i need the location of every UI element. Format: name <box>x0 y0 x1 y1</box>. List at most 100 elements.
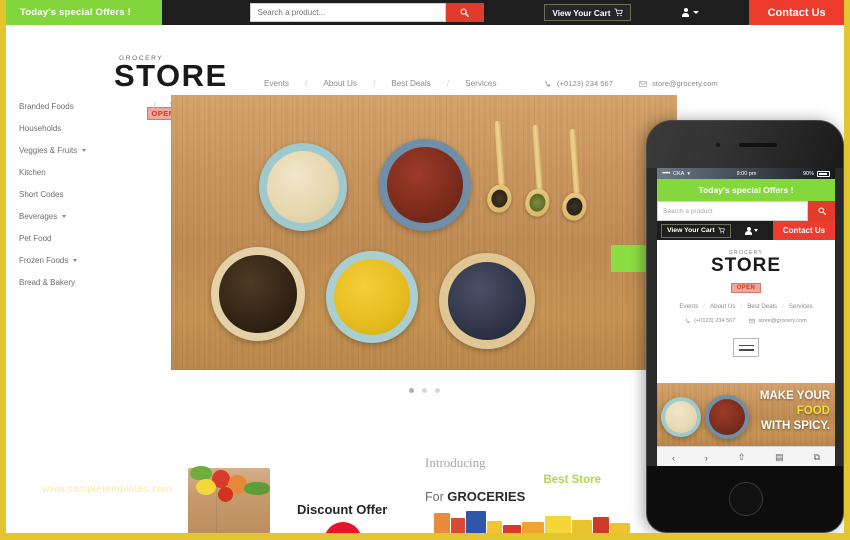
carrier-name: CKA <box>673 170 685 177</box>
search-button[interactable] <box>445 3 484 22</box>
phone-home-button[interactable] <box>729 482 763 516</box>
sidebar-item-kitchen[interactable]: Kitchen <box>12 161 162 183</box>
carousel-dot-1[interactable] <box>408 388 414 393</box>
product-box <box>572 520 592 533</box>
sidebar-item-pet-food[interactable]: Pet Food <box>12 227 162 249</box>
discount-offer-label: Discount Offer <box>297 502 388 517</box>
phone-banner-text: MAKE YOUR FOOD WITH SPICY. <box>760 389 830 434</box>
wifi-icon: ▾ <box>687 170 691 177</box>
phone-logo-store-text: STORE <box>710 255 782 276</box>
sidebar-item-label: Veggies & Fruits <box>19 145 78 155</box>
phone-nav-item-events[interactable]: Events <box>679 303 698 310</box>
phone-offers-banner: Today's special Offers ! <box>657 179 835 201</box>
phone-view-cart-button[interactable]: View Your Cart <box>661 223 731 238</box>
share-icon[interactable]: ⇧ <box>738 452 746 463</box>
search-input[interactable] <box>249 3 446 22</box>
sidebar-item-label: Frozen Foods <box>19 255 69 265</box>
site-header: GROCERY STORE OPEN Events / About Us / B… <box>6 25 844 120</box>
phone-promo-banner[interactable]: MAKE YOUR FOOD WITH SPICY. <box>657 383 835 446</box>
view-cart-label: View Your Cart <box>552 7 611 18</box>
nav-item-events[interactable]: Events <box>264 79 289 88</box>
top-utility-bar: Today's special Offers ! View Your Cart <box>6 0 844 25</box>
phone-contact-email-address: store@grocery.com <box>758 318 807 324</box>
sidebar-item-beverages[interactable]: Beverages <box>12 205 162 227</box>
main-navigation: Events / About Us / Best Deals / Service… <box>264 79 497 88</box>
phone-search-input[interactable]: Search a product <box>657 201 808 221</box>
sidebar-item-bread-bakery[interactable]: Bread & Bakery <box>12 271 162 293</box>
category-sidebar: Branded Foods Households Veggies & Fruit… <box>12 95 162 293</box>
phone-nav-item-best-deals[interactable]: Best Deals <box>747 303 777 310</box>
phone-search-button[interactable] <box>808 201 835 221</box>
chevron-down-icon <box>692 11 699 14</box>
status-right: 90% <box>803 170 830 177</box>
sidebar-item-households[interactable]: Households <box>12 117 162 139</box>
nav-item-services[interactable]: Services <box>465 79 496 88</box>
phone-open-sign-badge: OPEN <box>730 283 762 293</box>
discount-percent-badge: 25% <box>324 522 362 533</box>
user-account-icon <box>745 226 753 235</box>
forward-chevron-icon[interactable]: › <box>705 453 708 463</box>
phone-contact-us-button[interactable]: Contact Us <box>773 221 835 240</box>
status-left: ••••• CKA ▾ <box>662 171 690 177</box>
phone-utility-bar: View Your Cart Contact Us <box>657 221 835 240</box>
vegetable-greens <box>244 482 270 495</box>
nav-item-about-us[interactable]: About Us <box>323 79 357 88</box>
contact-us-button[interactable]: Contact Us <box>749 0 844 25</box>
product-box <box>593 517 609 533</box>
nav-separator: / <box>740 303 743 310</box>
phone-icon <box>545 80 551 86</box>
hamburger-line <box>738 349 754 351</box>
nav-separator: / <box>446 79 450 88</box>
sidebar-item-veggies-fruits[interactable]: Veggies & Fruits <box>12 139 162 161</box>
spice-bowl-chili <box>379 139 471 231</box>
sidebar-item-label: Beverages <box>19 211 58 221</box>
phone-user-account-menu[interactable] <box>731 221 773 240</box>
intro-groceries-text: GROCERIES <box>447 489 526 504</box>
user-account-icon <box>682 8 690 17</box>
header-phone[interactable]: (+0123) 234 567 <box>544 79 613 88</box>
phone-speaker <box>739 143 777 147</box>
phone-contact-phone[interactable]: (+0123) 234 567 <box>685 318 735 324</box>
product-box <box>487 521 502 533</box>
phone-nav-item-about-us[interactable]: About Us <box>710 303 735 310</box>
phone-nav-item-services[interactable]: Services <box>789 303 813 310</box>
nav-item-best-deals[interactable]: Best Deals <box>391 79 431 88</box>
hero-carousel-image[interactable] <box>171 95 677 370</box>
user-account-menu[interactable] <box>631 0 750 25</box>
phone-contact-info: (+0123) 234 567 store@grocery.com <box>657 318 835 324</box>
carousel-dot-2[interactable] <box>421 388 427 393</box>
phone-bottom-bezel <box>647 466 843 532</box>
sidebar-item-frozen-foods[interactable]: Frozen Foods <box>12 249 162 271</box>
spice-bowl-peppercorn <box>439 253 535 349</box>
hamburger-menu-icon[interactable] <box>733 338 759 357</box>
search-icon <box>817 207 826 215</box>
header-phone-number: (+0123) 234 567 <box>557 79 613 88</box>
header-email[interactable]: store@grocery.com <box>639 79 718 88</box>
product-box <box>610 523 630 533</box>
carousel-dot-3[interactable] <box>434 388 440 393</box>
sidebar-item-label: Branded Foods <box>19 101 74 111</box>
product-box <box>451 518 465 533</box>
phone-contact-phone-number: (+0123) 234 567 <box>694 318 736 324</box>
hamburger-line <box>738 344 754 346</box>
phone-mockup: ••••• CKA ▾ 9:00 pm 90% Today's special … <box>646 120 844 533</box>
sidebar-item-label: Short Codes <box>19 189 64 199</box>
product-box <box>503 525 521 533</box>
todays-offers-banner: Today's special Offers ! <box>6 0 162 25</box>
introducing-line-1: Introducing <box>425 455 486 470</box>
carousel-pagination <box>171 388 677 393</box>
bookmarks-icon[interactable]: ▤ <box>775 452 784 463</box>
phone-top-bezel <box>647 121 843 168</box>
introducing-line-3: For GROCERIES <box>425 489 625 504</box>
sidebar-item-short-codes[interactable]: Short Codes <box>12 183 162 205</box>
view-cart-button[interactable]: View Your Cart <box>544 4 632 21</box>
sidebar-item-branded-foods[interactable]: Branded Foods <box>12 95 162 117</box>
nav-separator: / <box>782 303 784 310</box>
vegetable-lemon <box>196 479 216 495</box>
site-logo[interactable]: GROCERY STORE OPEN <box>114 55 226 120</box>
phone-contact-email[interactable]: store@grocery.com <box>749 318 807 324</box>
back-chevron-icon[interactable]: ‹ <box>672 453 675 463</box>
product-box <box>434 513 450 533</box>
tabs-icon[interactable]: ⧉ <box>814 452 820 463</box>
page-root: Today's special Offers ! View Your Cart <box>0 0 850 540</box>
